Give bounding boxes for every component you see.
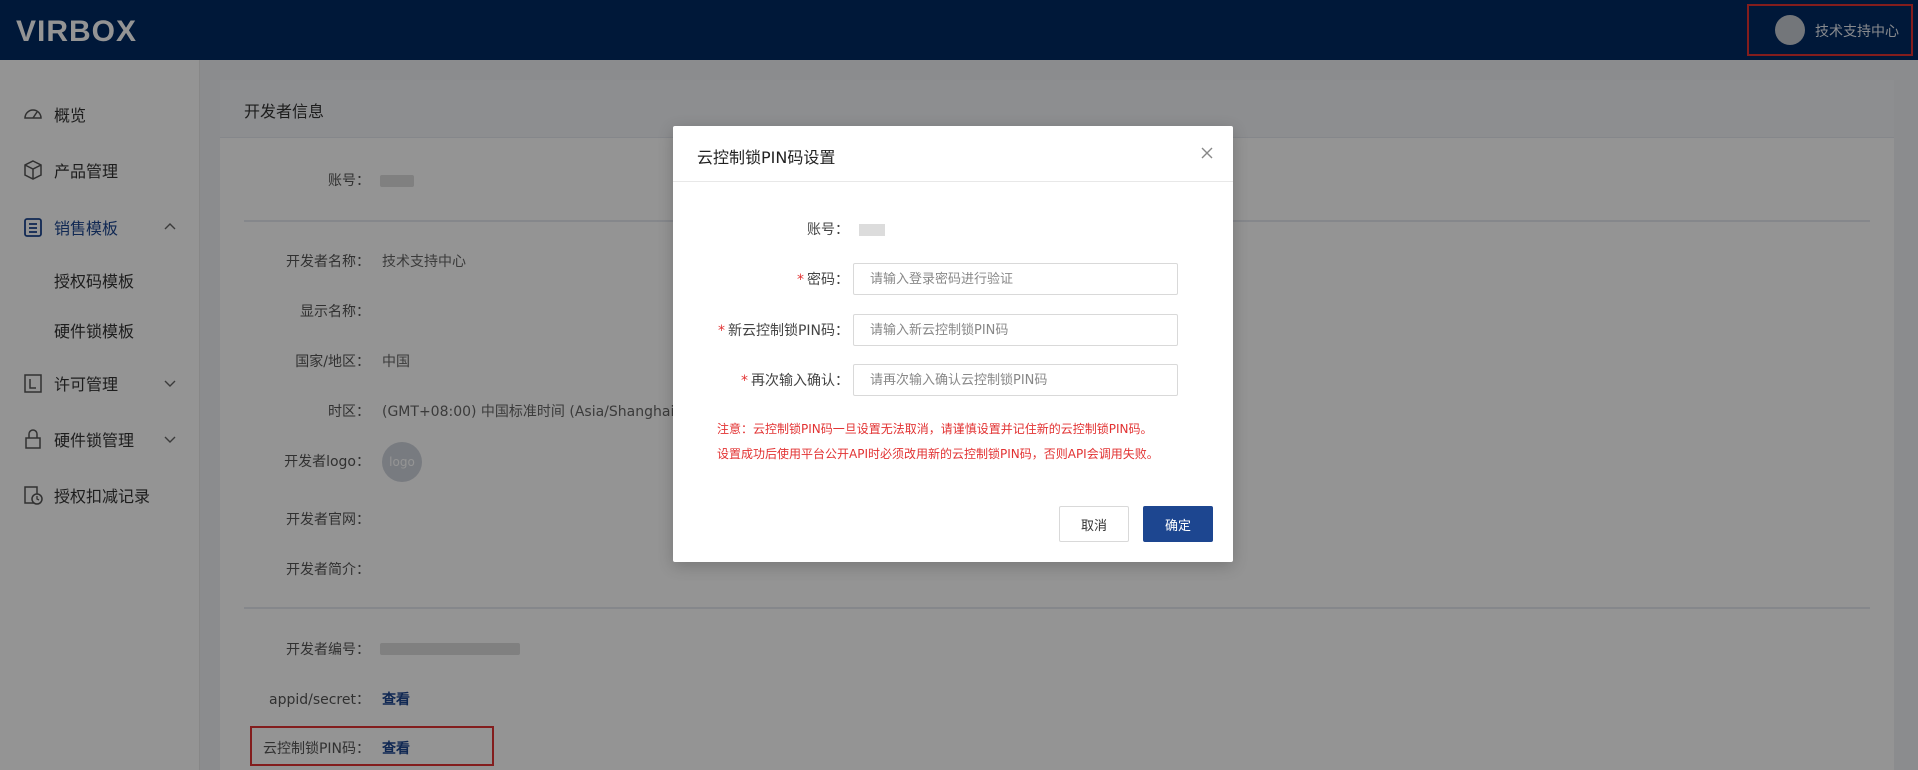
required-mark: * bbox=[717, 323, 725, 339]
modal-header: 云控制锁PIN码设置 bbox=[673, 126, 1233, 182]
new-pin-input[interactable] bbox=[853, 314, 1178, 346]
confirm-pin-input[interactable] bbox=[853, 364, 1178, 396]
password-label: * 密码： bbox=[797, 272, 849, 288]
new-pin-label: * 新云控制锁PIN码： bbox=[717, 323, 849, 339]
modal-title: 云控制锁PIN码设置 bbox=[697, 148, 836, 167]
confirm-button[interactable]: 确定 bbox=[1143, 506, 1213, 542]
warning-notice-line2: 设置成功后使用平台公开API时必须改用新的云控制锁PIN码，否则API会调用失败… bbox=[717, 447, 1159, 461]
modal-account-label: 账号： bbox=[807, 222, 849, 238]
warning-notice-line1: 注意：云控制锁PIN码一旦设置无法取消，请谨慎设置并记住新的云控制锁PIN码。 bbox=[717, 422, 1153, 436]
required-mark: * bbox=[741, 373, 748, 389]
pin-settings-modal: 云控制锁PIN码设置 账号： * 密码： * 新云控制锁PIN码： * 再次输入确认：… bbox=[673, 126, 1233, 562]
close-icon[interactable] bbox=[1199, 145, 1215, 161]
password-input[interactable] bbox=[853, 263, 1178, 295]
cancel-button[interactable]: 取消 bbox=[1059, 506, 1129, 542]
required-mark: * bbox=[797, 272, 804, 288]
confirm-pin-label: * 再次输入确认： bbox=[741, 373, 849, 389]
modal-account-redacted bbox=[859, 224, 885, 236]
